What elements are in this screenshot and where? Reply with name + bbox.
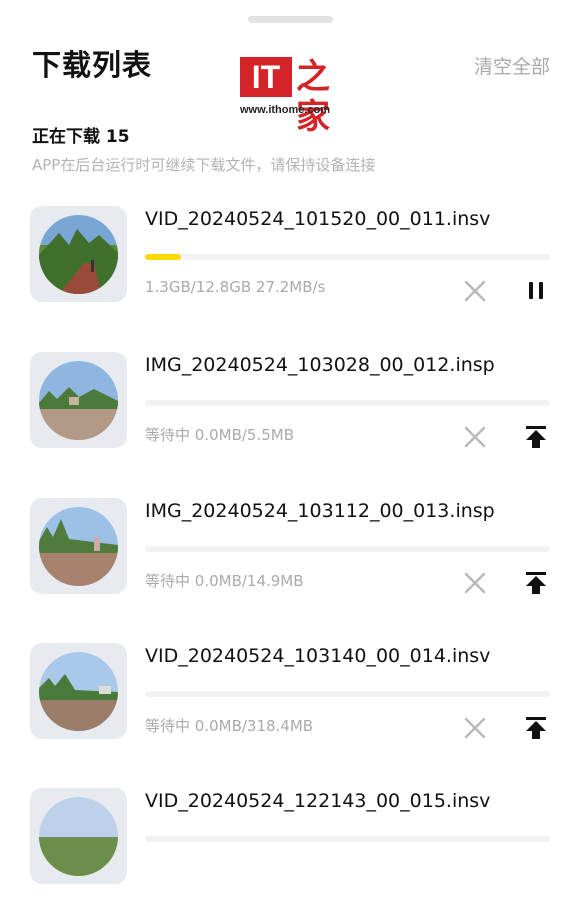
thumbnail xyxy=(30,788,127,884)
download-item[interactable]: VID_20240524_122143_00_015.insv xyxy=(0,788,581,898)
thumbnail xyxy=(30,643,127,739)
progress-track xyxy=(145,400,550,406)
progress-track xyxy=(145,254,550,260)
file-name: IMG_20240524_103112_00_013.insp xyxy=(145,500,495,522)
prioritize-top-icon[interactable] xyxy=(522,424,550,450)
progress-track xyxy=(145,836,550,842)
thumbnail-image xyxy=(39,215,118,294)
section-title: 正在下载 15 xyxy=(32,127,130,147)
watermark-logo-box: IT xyxy=(240,57,292,97)
clear-all-button[interactable]: 清空全部 xyxy=(474,52,550,79)
file-meta: 等待中 0.0MB/5.5MB xyxy=(145,426,294,444)
watermark-url: www.ithome.com xyxy=(240,104,331,116)
pause-icon[interactable] xyxy=(522,278,550,304)
page-title: 下载列表 xyxy=(32,48,153,82)
close-icon[interactable] xyxy=(462,570,488,596)
file-name: VID_20240524_103140_00_014.insv xyxy=(145,645,491,667)
download-item[interactable]: VID_20240524_101520_00_011.insv 1.3GB/12… xyxy=(0,206,581,316)
drag-handle[interactable] xyxy=(248,16,333,23)
thumbnail xyxy=(30,498,127,594)
thumbnail-image xyxy=(39,797,118,876)
file-name: VID_20240524_122143_00_015.insv xyxy=(145,790,491,812)
close-icon[interactable] xyxy=(462,424,488,450)
thumbnail xyxy=(30,352,127,448)
thumbnail-image xyxy=(39,507,118,586)
download-item[interactable]: IMG_20240524_103112_00_013.insp 等待中 0.0M… xyxy=(0,498,581,608)
close-icon[interactable] xyxy=(462,278,488,304)
watermark-logo: IT 之家 www.ithome.com xyxy=(238,57,348,137)
progress-track xyxy=(145,691,550,697)
progress-fill xyxy=(145,254,182,260)
progress-track xyxy=(145,546,550,552)
download-item[interactable]: VID_20240524_103140_00_014.insv 等待中 0.0M… xyxy=(0,643,581,753)
download-item[interactable]: IMG_20240524_103028_00_012.insp 等待中 0.0M… xyxy=(0,352,581,462)
section-subtitle: APP在后台运行时可继续下载文件，请保持设备连接 xyxy=(32,156,376,174)
file-name: VID_20240524_101520_00_011.insv xyxy=(145,208,491,230)
watermark-logo-glyph: 之家 xyxy=(296,57,330,137)
file-meta: 等待中 0.0MB/14.9MB xyxy=(145,572,304,590)
thumbnail-image xyxy=(39,652,118,731)
prioritize-top-icon[interactable] xyxy=(522,570,550,596)
file-meta: 等待中 0.0MB/318.4MB xyxy=(145,717,314,735)
thumbnail xyxy=(30,206,127,302)
prioritize-top-icon[interactable] xyxy=(522,715,550,741)
thumbnail-image xyxy=(39,361,118,440)
file-name: IMG_20240524_103028_00_012.insp xyxy=(145,354,495,376)
close-icon[interactable] xyxy=(462,715,488,741)
file-meta: 1.3GB/12.8GB 27.2MB/s xyxy=(145,278,326,296)
